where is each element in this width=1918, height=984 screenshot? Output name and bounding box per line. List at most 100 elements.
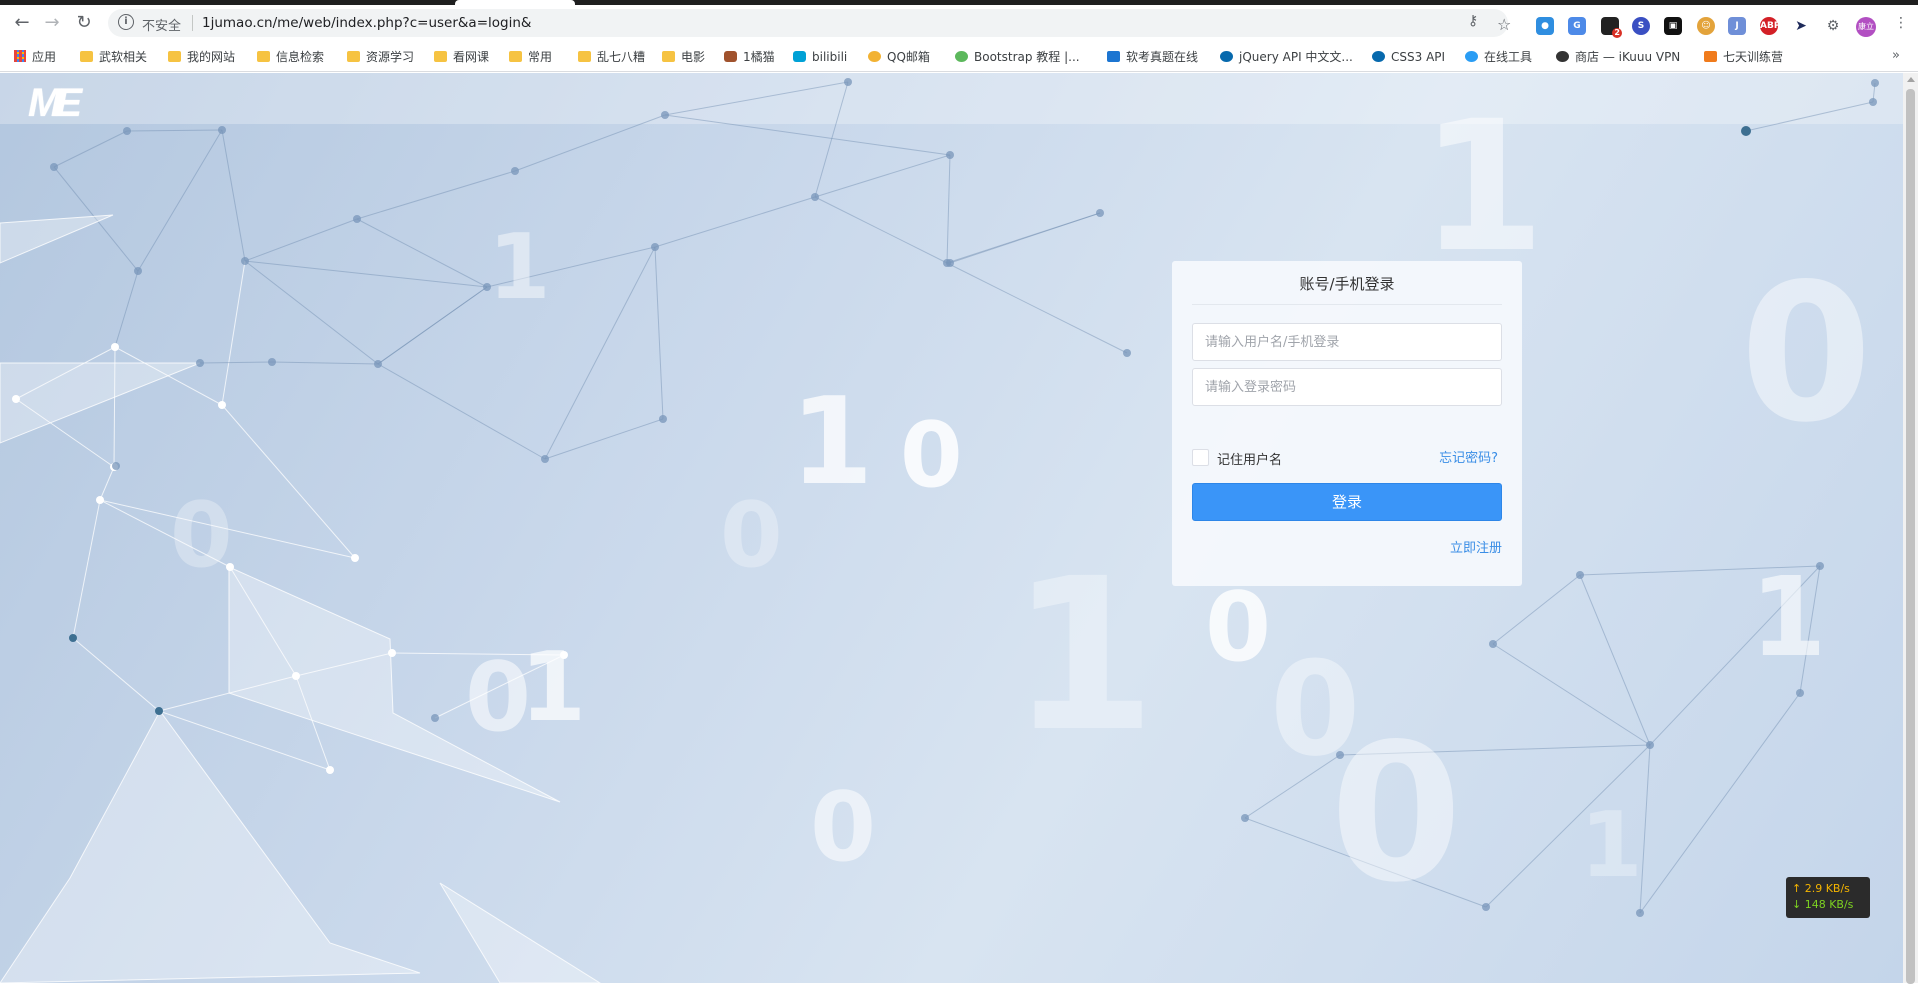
- bookmark-label: jQuery API 中文文...: [1239, 50, 1353, 64]
- url-text[interactable]: 1jumao.cn/me/web/index.php?c=user&a=logi…: [202, 15, 531, 31]
- extension-badge-count: 2: [1612, 28, 1622, 38]
- background-digit: 0: [170, 483, 233, 588]
- network-node: [431, 714, 439, 722]
- download-speed: ↓ 148 KB/s: [1792, 898, 1854, 911]
- bookmark-label: 七天训练营: [1723, 50, 1784, 64]
- security-label[interactable]: 不安全: [142, 15, 181, 34]
- network-node: [50, 163, 58, 171]
- qq-mail-icon: [868, 51, 881, 62]
- extension-globe-icon[interactable]: ●: [1536, 17, 1554, 35]
- bookmark-item[interactable]: CSS3 API: [1372, 48, 1445, 66]
- bookmark-item[interactable]: 应用: [14, 48, 56, 66]
- bookmark-item[interactable]: 信息检索: [257, 48, 324, 66]
- network-node: [218, 126, 226, 134]
- password-input[interactable]: [1192, 368, 1502, 406]
- info-icon[interactable]: i: [118, 14, 134, 30]
- bookmark-item[interactable]: bilibili: [793, 48, 847, 66]
- bookmark-item[interactable]: 武软相关: [80, 48, 147, 66]
- background-digit: 1: [1600, 133, 1704, 307]
- folder-icon: [509, 51, 522, 62]
- extensions-puzzle-icon[interactable]: ⚙: [1824, 17, 1842, 35]
- bookmark-label: 商店 — iKuuu VPN: [1575, 50, 1681, 64]
- bookmark-label: 乱七八糟: [597, 50, 646, 64]
- bookmark-item[interactable]: 资源学习: [347, 48, 414, 66]
- network-line: [114, 270, 139, 348]
- background-digit: 0: [720, 483, 783, 588]
- folder-icon: [80, 51, 93, 62]
- network-node: [96, 496, 104, 504]
- address-bar[interactable]: i 不安全 1jumao.cn/me/web/index.php?c=user&…: [108, 9, 1508, 37]
- menu-kebab-icon[interactable]: ⋮: [1894, 15, 1908, 31]
- extension-cursor-icon[interactable]: ➤: [1792, 17, 1810, 35]
- network-node: [651, 243, 659, 251]
- key-icon[interactable]: ⚷: [1468, 13, 1478, 29]
- reload-icon[interactable]: ↻: [72, 11, 96, 35]
- bookmark-item[interactable]: QQ邮箱: [868, 48, 930, 66]
- cat-face-icon: [1556, 51, 1569, 62]
- bookmark-item[interactable]: 商店 — iKuuu VPN: [1556, 48, 1680, 66]
- network-node: [351, 554, 359, 562]
- bookmark-label: 1橘猫: [743, 50, 775, 64]
- network-node: [661, 111, 669, 119]
- bookmarks-bar: 应用 武软相关 我的网站 信息检索 资源学习 看网课 常用 乱七八糟 电影 1橘猫 bilibili…: [0, 41, 1918, 72]
- register-link[interactable]: 立即注册: [1450, 537, 1502, 556]
- bookmark-star-icon[interactable]: ☆: [1497, 15, 1511, 34]
- background-digit: 0: [810, 773, 877, 883]
- remember-checkbox[interactable]: [1192, 449, 1209, 466]
- profile-avatar[interactable]: 康立: [1856, 17, 1876, 37]
- bilibili-icon: [793, 51, 806, 62]
- bookmarks-overflow-icon[interactable]: »: [1892, 48, 1900, 63]
- c-icon: [1465, 51, 1478, 62]
- extension-puzzle-blue-icon[interactable]: J: [1728, 17, 1746, 35]
- extension-square-icon[interactable]: ▣: [1664, 17, 1682, 35]
- bookmark-item[interactable]: Bootstrap 教程 |...: [955, 48, 1080, 66]
- network-line: [221, 404, 356, 559]
- scrollbar-thumb[interactable]: [1906, 89, 1915, 984]
- network-node: [268, 358, 276, 366]
- login-button[interactable]: 登录: [1192, 483, 1502, 521]
- bookmark-item[interactable]: 1橘猫: [724, 48, 775, 66]
- network-line: [654, 246, 664, 420]
- extension-face-icon[interactable]: ☺: [1697, 17, 1715, 35]
- jquery-icon: [1220, 51, 1233, 62]
- network-node: [12, 395, 20, 403]
- network-node: [134, 267, 142, 275]
- forgot-password-link[interactable]: 忘记密码?: [1439, 447, 1498, 466]
- folder-icon: [168, 51, 181, 62]
- bookmark-item[interactable]: 在线工具: [1465, 48, 1532, 66]
- upload-speed: ↑ 2.9 KB/s: [1792, 882, 1850, 895]
- extension-translate-icon[interactable]: G: [1568, 17, 1586, 35]
- site-logo[interactable]: ME: [28, 81, 82, 126]
- network-node: [69, 634, 77, 642]
- network-node: [1576, 571, 1584, 579]
- bookmark-item[interactable]: 软考真题在线: [1107, 48, 1198, 66]
- folder-icon: [578, 51, 591, 62]
- bookmark-item[interactable]: 七天训练营: [1704, 48, 1783, 66]
- bookmark-label: 电影: [681, 50, 706, 64]
- bookmark-item[interactable]: 电影: [662, 48, 705, 66]
- bookmark-item[interactable]: 我的网站: [168, 48, 235, 66]
- network-line: [814, 196, 948, 264]
- adblock-plus-icon[interactable]: ABP: [1760, 17, 1780, 35]
- bookmark-item[interactable]: jQuery API 中文文...: [1220, 48, 1353, 66]
- network-node: [374, 360, 382, 368]
- bookmark-label: 武软相关: [99, 50, 148, 64]
- network-line: [72, 637, 160, 712]
- extension-s-icon[interactable]: S: [1632, 17, 1650, 35]
- scroll-up-arrow-icon[interactable]: [1907, 77, 1915, 82]
- network-line: [244, 260, 488, 288]
- bookmark-item[interactable]: 看网课: [434, 48, 489, 66]
- extension-badge-icon[interactable]: 2: [1601, 17, 1622, 38]
- network-line: [53, 130, 128, 168]
- forward-arrow-icon[interactable]: →: [40, 11, 64, 35]
- network-node: [326, 766, 334, 774]
- page-scrollbar[interactable]: [1903, 73, 1918, 984]
- back-arrow-icon[interactable]: ←: [10, 11, 34, 35]
- bookmark-item[interactable]: 常用: [509, 48, 552, 66]
- username-input[interactable]: [1192, 323, 1502, 361]
- bookmark-item[interactable]: 乱七八糟: [578, 48, 645, 66]
- remember-label[interactable]: 记住用户名: [1217, 449, 1282, 468]
- bookmark-label: 资源学习: [366, 50, 415, 64]
- network-node: [1123, 349, 1131, 357]
- background-digit: 0: [1330, 703, 1463, 924]
